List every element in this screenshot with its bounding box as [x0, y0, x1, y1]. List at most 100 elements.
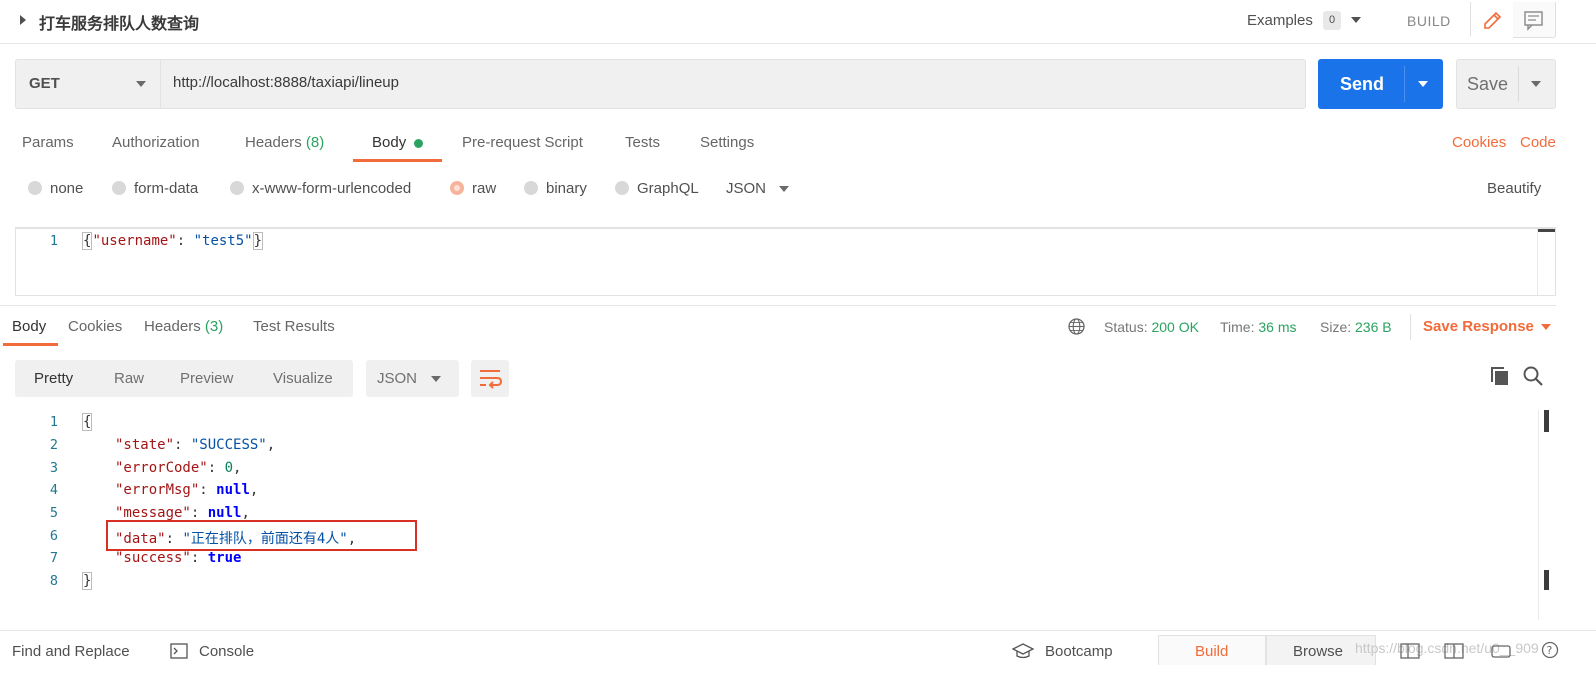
radio-raw-label[interactable]: raw: [472, 180, 496, 197]
json-value-errorcode: 0: [224, 460, 234, 476]
json-value-errormsg: null: [216, 482, 250, 498]
json-value-success: true: [207, 550, 242, 566]
json-close-brace: }: [82, 572, 93, 590]
comments-button[interactable]: [1514, 2, 1556, 38]
console-icon[interactable]: [170, 642, 188, 664]
json-line-success: "success": true: [115, 550, 242, 566]
json-line-errormsg: "errorMsg": null,: [115, 482, 259, 498]
radio-urlencoded-label[interactable]: x-www-form-urlencoded: [252, 180, 411, 197]
split-view-icon[interactable]: [1444, 642, 1464, 664]
url-text[interactable]: http://localhost:8888/taxiapi/lineup: [173, 74, 399, 91]
method-dropdown-icon[interactable]: [136, 81, 146, 87]
response-status: Status: 200 OK: [1104, 319, 1199, 335]
body-format-select[interactable]: JSON: [726, 180, 766, 197]
response-tab-headers[interactable]: Headers (3): [144, 318, 223, 335]
response-line-number: 8: [49, 573, 58, 589]
response-tab-test-results[interactable]: Test Results: [253, 318, 335, 335]
tab-body[interactable]: Body: [372, 134, 406, 151]
tab-headers-label: Headers: [245, 134, 302, 151]
response-tab-body[interactable]: Body: [12, 318, 46, 335]
response-tab-body-underline: [3, 343, 58, 346]
view-preview[interactable]: Preview: [180, 370, 233, 387]
browse-mode-label[interactable]: Browse: [1293, 643, 1343, 660]
request-editor-scrollbar[interactable]: [1537, 229, 1556, 295]
body-format-dropdown-icon[interactable]: [779, 186, 789, 192]
find-replace-button[interactable]: Find and Replace: [12, 643, 130, 660]
json-line-state: "state": "SUCCESS",: [115, 437, 276, 453]
copy-icon[interactable]: [1489, 365, 1511, 391]
expand-caret-icon[interactable]: [20, 15, 26, 25]
code-link[interactable]: Code: [1520, 134, 1556, 151]
cookies-link[interactable]: Cookies: [1452, 134, 1506, 151]
request-body-colon: :: [176, 233, 194, 249]
request-body-code[interactable]: {"username": "test5"}: [82, 232, 264, 250]
json-value-state: "SUCCESS": [190, 437, 267, 453]
tab-pre-request-script[interactable]: Pre-request Script: [462, 134, 583, 151]
status-value[interactable]: 200 OK: [1151, 319, 1198, 335]
response-line-number: 4: [49, 482, 58, 498]
save-response-dropdown-icon[interactable]: [1541, 324, 1551, 330]
beautify-link[interactable]: Beautify: [1487, 180, 1541, 197]
radio-form-data[interactable]: [112, 181, 126, 195]
examples-label[interactable]: Examples: [1247, 12, 1313, 29]
tab-authorization[interactable]: Authorization: [112, 134, 200, 151]
response-separator: [0, 305, 1556, 306]
console-button[interactable]: Console: [199, 643, 254, 660]
save-response-button[interactable]: Save Response: [1423, 318, 1534, 335]
response-size: Size: 236 B: [1320, 319, 1392, 335]
radio-binary-label[interactable]: binary: [546, 180, 587, 197]
view-pretty[interactable]: Pretty: [34, 370, 73, 387]
two-pane-icon[interactable]: [1400, 642, 1420, 664]
request-body-value: "test5": [193, 233, 253, 249]
view-raw[interactable]: Raw: [114, 370, 144, 387]
radio-urlencoded[interactable]: [230, 181, 244, 195]
radio-none[interactable]: [28, 181, 42, 195]
tab-headers[interactable]: Headers (8): [245, 134, 324, 151]
response-format-label: JSON: [377, 370, 418, 387]
globe-icon[interactable]: [1068, 318, 1085, 335]
send-options-dropdown-icon[interactable]: [1418, 81, 1428, 87]
edit-mode-button[interactable]: [1471, 2, 1513, 38]
bootcamp-button[interactable]: Bootcamp: [1045, 643, 1113, 660]
request-name[interactable]: 打车服务排队人数查询: [39, 10, 199, 34]
tab-tests[interactable]: Tests: [625, 134, 660, 151]
response-line-number: 1: [49, 414, 58, 430]
radio-binary[interactable]: [524, 181, 538, 195]
keyboard-icon[interactable]: [1491, 642, 1511, 664]
wrap-lines-icon: [480, 370, 503, 389]
response-format-dropdown-icon[interactable]: [431, 376, 441, 382]
json-line-errorcode: "errorCode": 0,: [115, 460, 242, 476]
response-scroll-marker-bottom[interactable]: [1544, 570, 1549, 590]
radio-graphql[interactable]: [615, 181, 629, 195]
response-tab-headers-count: (3): [204, 318, 224, 335]
save-label[interactable]: Save: [1467, 74, 1508, 95]
size-value[interactable]: 236 B: [1355, 319, 1392, 335]
response-line-number: 2: [49, 437, 58, 453]
wrap-lines-button[interactable]: [471, 360, 509, 397]
save-options-dropdown-icon[interactable]: [1531, 81, 1541, 87]
help-icon[interactable]: ?: [1541, 641, 1559, 663]
request-editor-scroll-thumb[interactable]: [1538, 229, 1555, 232]
json-key-errormsg: "errorMsg": [115, 482, 200, 498]
json-value-message: null: [207, 505, 242, 521]
radio-none-label[interactable]: none: [50, 180, 83, 197]
radio-form-data-label[interactable]: form-data: [134, 180, 198, 197]
tab-settings[interactable]: Settings: [700, 134, 754, 151]
radio-raw[interactable]: [450, 181, 464, 195]
json-open-brace: {: [82, 413, 93, 431]
size-label: Size:: [1320, 319, 1352, 335]
graduation-cap-icon[interactable]: [1011, 642, 1035, 664]
response-scroll-marker-top[interactable]: [1544, 410, 1549, 432]
search-icon[interactable]: [1522, 365, 1544, 391]
radio-graphql-label[interactable]: GraphQL: [637, 180, 699, 197]
method-label: GET: [29, 75, 60, 92]
view-visualize[interactable]: Visualize: [273, 370, 333, 387]
examples-dropdown-icon[interactable]: [1351, 17, 1361, 23]
tab-params[interactable]: Params: [22, 134, 74, 151]
response-line-number: 5: [49, 505, 58, 521]
send-label[interactable]: Send: [1340, 74, 1384, 95]
response-tab-cookies[interactable]: Cookies: [68, 318, 122, 335]
json-key-errorcode: "errorCode": [115, 460, 208, 476]
time-value[interactable]: 36 ms: [1258, 319, 1296, 335]
build-mode-label[interactable]: Build: [1195, 643, 1228, 660]
